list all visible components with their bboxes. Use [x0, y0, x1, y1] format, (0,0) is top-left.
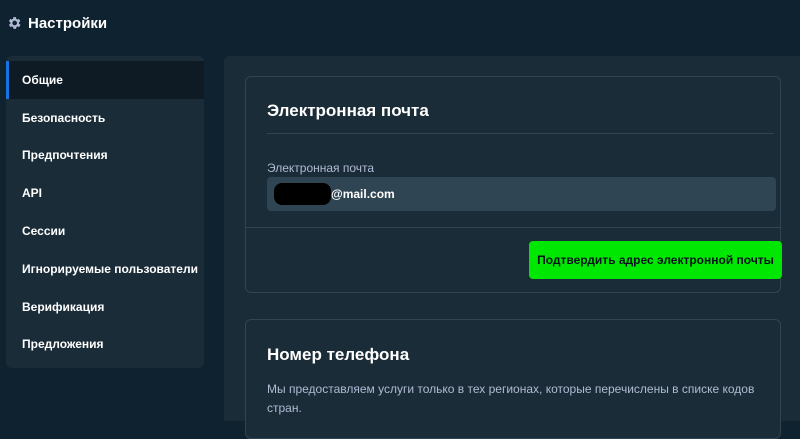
email-card: Электронная почта Электронная почта @mai…: [245, 76, 782, 293]
email-field[interactable]: @mail.com: [267, 177, 776, 211]
redacted-block: [274, 183, 331, 205]
divider: [267, 133, 774, 134]
page-title: Настройки: [28, 14, 108, 32]
sidebar-item-offers[interactable]: Предложения: [6, 326, 204, 364]
gear-icon: [6, 15, 22, 31]
email-field-label: Электронная почта: [267, 161, 375, 175]
confirm-email-button[interactable]: Подтвердить адрес электронной почты: [529, 241, 782, 279]
settings-content: Электронная почта Электронная почта @mai…: [224, 56, 800, 439]
phone-section-title: Номер телефона: [267, 345, 410, 364]
sidebar-item-sessions[interactable]: Сессии: [6, 212, 204, 250]
sidebar-item-ignored-users[interactable]: Игнорируемые пользователи: [6, 250, 204, 288]
settings-sidebar: Общие Безопасность Предпочтения API Сесс…: [6, 56, 204, 368]
phone-section-description: Мы предоставляем услуги только в тех рег…: [267, 382, 755, 415]
sidebar-item-security[interactable]: Безопасность: [6, 99, 204, 137]
email-section-title: Электронная почта: [267, 101, 429, 120]
phone-card: Номер телефона Мы предоставляем услуги т…: [245, 319, 781, 439]
sidebar-item-general[interactable]: Общие: [6, 61, 204, 99]
divider: [246, 227, 780, 228]
page-header: Настройки: [0, 0, 800, 46]
sidebar-item-verification[interactable]: Верификация: [6, 288, 204, 326]
sidebar-item-preferences[interactable]: Предпочтения: [6, 137, 204, 175]
email-field-value: @mail.com: [331, 187, 395, 201]
sidebar-item-api[interactable]: API: [6, 174, 204, 212]
